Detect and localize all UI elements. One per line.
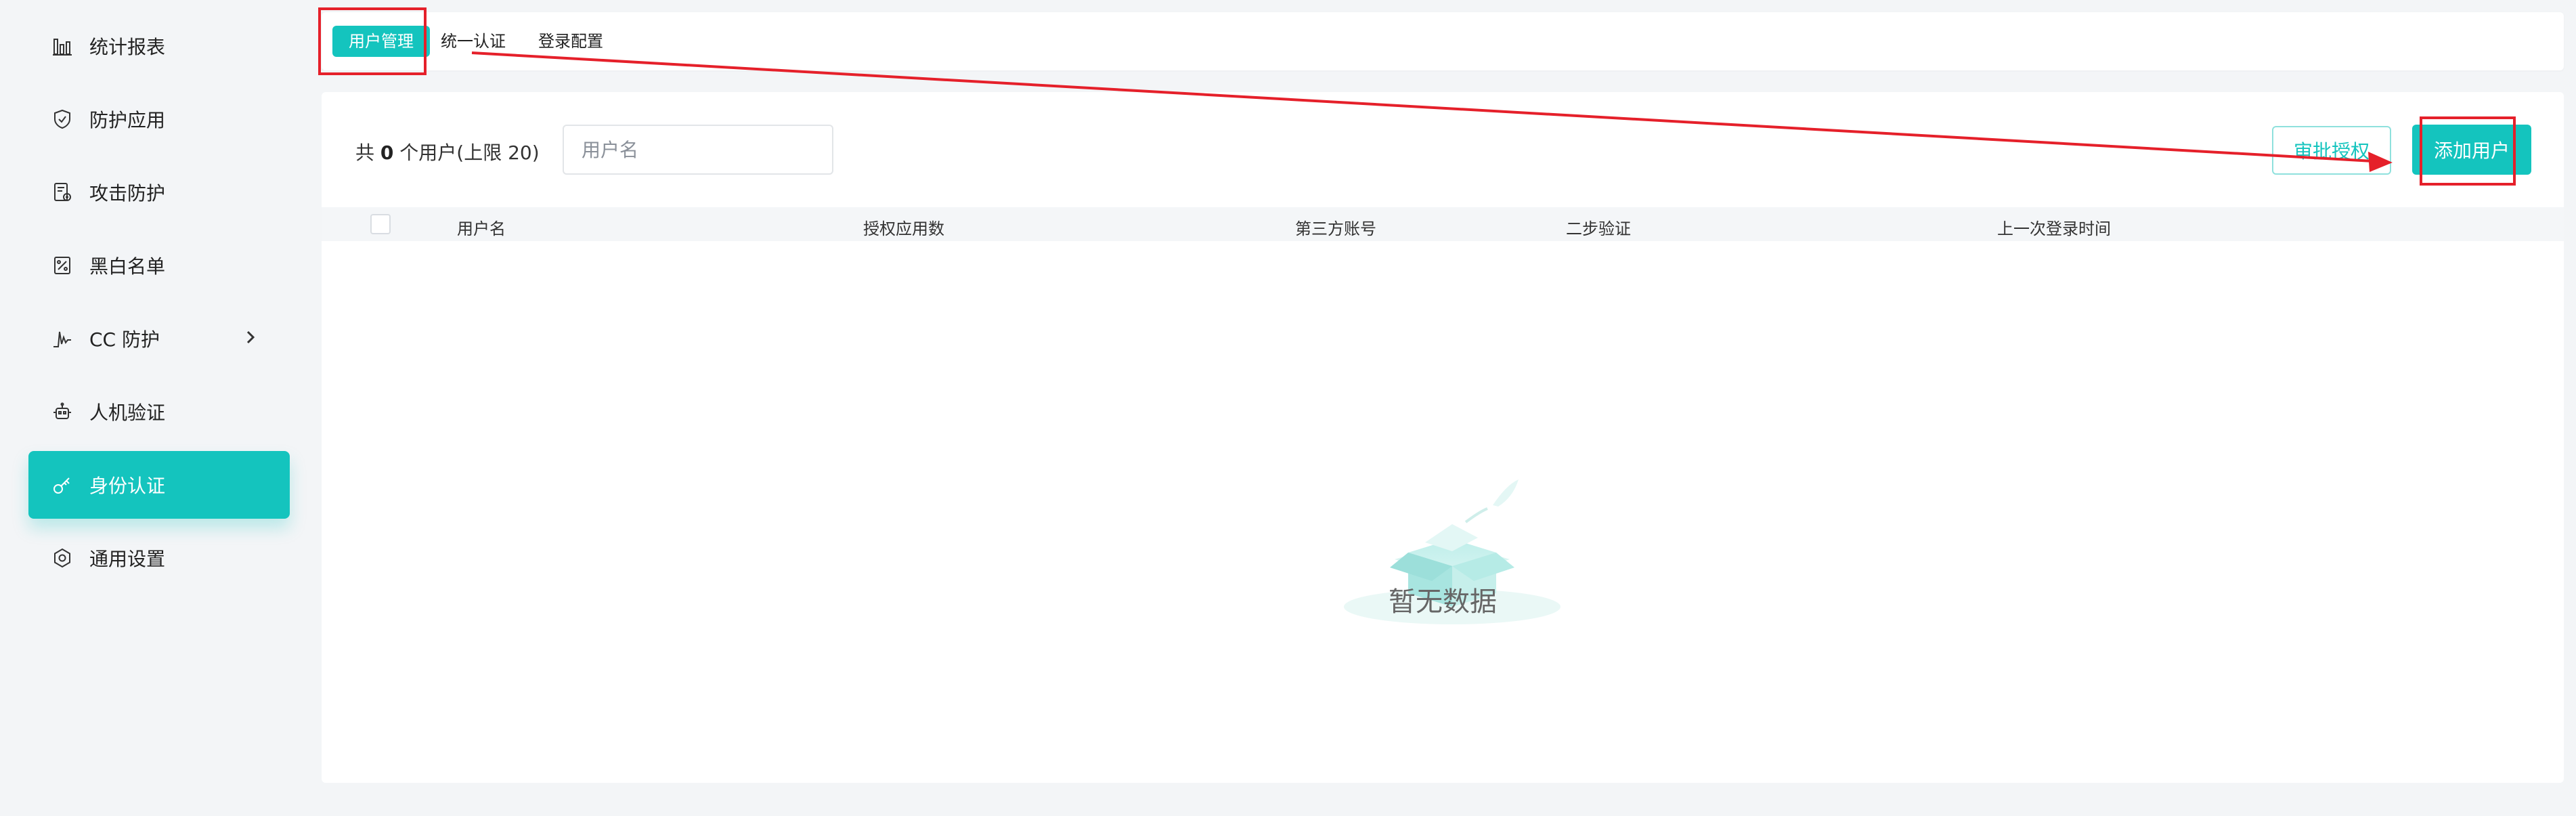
column-header-third-party-account: 第三方账号	[1295, 219, 1376, 238]
sidebar-item-label: 身份认证	[89, 475, 166, 497]
annotation-box-add-user	[2420, 116, 2516, 186]
sidebar: 统计报表 防护应用 攻击防护 黑白名单 CC 防护 人机验证 身份认证 通用设置	[0, 0, 315, 816]
select-all-checkbox[interactable]	[370, 214, 391, 234]
pulse-icon	[50, 326, 74, 351]
sidebar-item-label: 攻击防护	[89, 182, 166, 205]
sidebar-item-blacklist-whitelist[interactable]: 黑白名单	[28, 232, 290, 299]
sidebar-item-captcha[interactable]: 人机验证	[28, 378, 290, 446]
username-search-input[interactable]	[563, 125, 833, 175]
chevron-right-icon	[241, 328, 261, 348]
summary-prefix: 共	[355, 142, 380, 164]
shield-check-icon	[50, 107, 74, 131]
sidebar-item-attack-protection[interactable]: 攻击防护	[28, 158, 290, 226]
tab-unified-auth[interactable]: 统一认证	[424, 26, 522, 57]
column-header-username: 用户名	[457, 219, 506, 238]
user-list-card: 共 0 个用户(上限 20) 审批授权 添加用户 用户名 授权应用数 第三方账号…	[322, 92, 2564, 783]
approve-authorization-button[interactable]: 审批授权	[2272, 126, 2391, 175]
sidebar-item-identity-auth[interactable]: 身份认证	[28, 451, 290, 519]
sidebar-item-label: 防护应用	[89, 109, 166, 131]
sidebar-item-general-settings[interactable]: 通用设置	[28, 524, 290, 592]
bar-chart-icon	[50, 34, 74, 58]
sidebar-item-protected-apps[interactable]: 防护应用	[28, 85, 290, 153]
sidebar-item-label: CC 防护	[89, 328, 160, 351]
column-header-authorized-apps: 授权应用数	[863, 219, 944, 238]
tab-login-config[interactable]: 登录配置	[522, 26, 619, 57]
sidebar-item-statistics[interactable]: 统计报表	[28, 12, 290, 80]
column-header-last-login-time: 上一次登录时间	[1997, 219, 2111, 238]
empty-state-text: 暂无数据	[1389, 586, 1497, 618]
sidebar-item-cc-protection[interactable]: CC 防护	[28, 305, 290, 372]
gear-icon	[50, 546, 74, 570]
key-icon	[50, 473, 74, 497]
sidebar-item-label: 黑白名单	[89, 255, 166, 278]
robot-icon	[50, 400, 74, 424]
attack-defense-icon	[50, 180, 74, 205]
sidebar-item-label: 统计报表	[89, 36, 166, 58]
sidebar-item-label: 通用设置	[89, 548, 166, 570]
summary-suffix: 个用户(上限 20)	[393, 142, 540, 164]
table-header: 用户名 授权应用数 第三方账号 二步验证 上一次登录时间	[322, 207, 2564, 241]
column-header-two-step-verification: 二步验证	[1566, 219, 1631, 238]
user-count: 0	[380, 142, 394, 164]
sidebar-item-label: 人机验证	[89, 402, 166, 424]
annotation-box-tab	[318, 7, 427, 75]
percent-list-icon	[50, 253, 74, 278]
tab-bar: 用户管理 统一认证 登录配置	[322, 12, 2564, 70]
user-count-summary: 共 0 个用户(上限 20)	[355, 138, 540, 165]
